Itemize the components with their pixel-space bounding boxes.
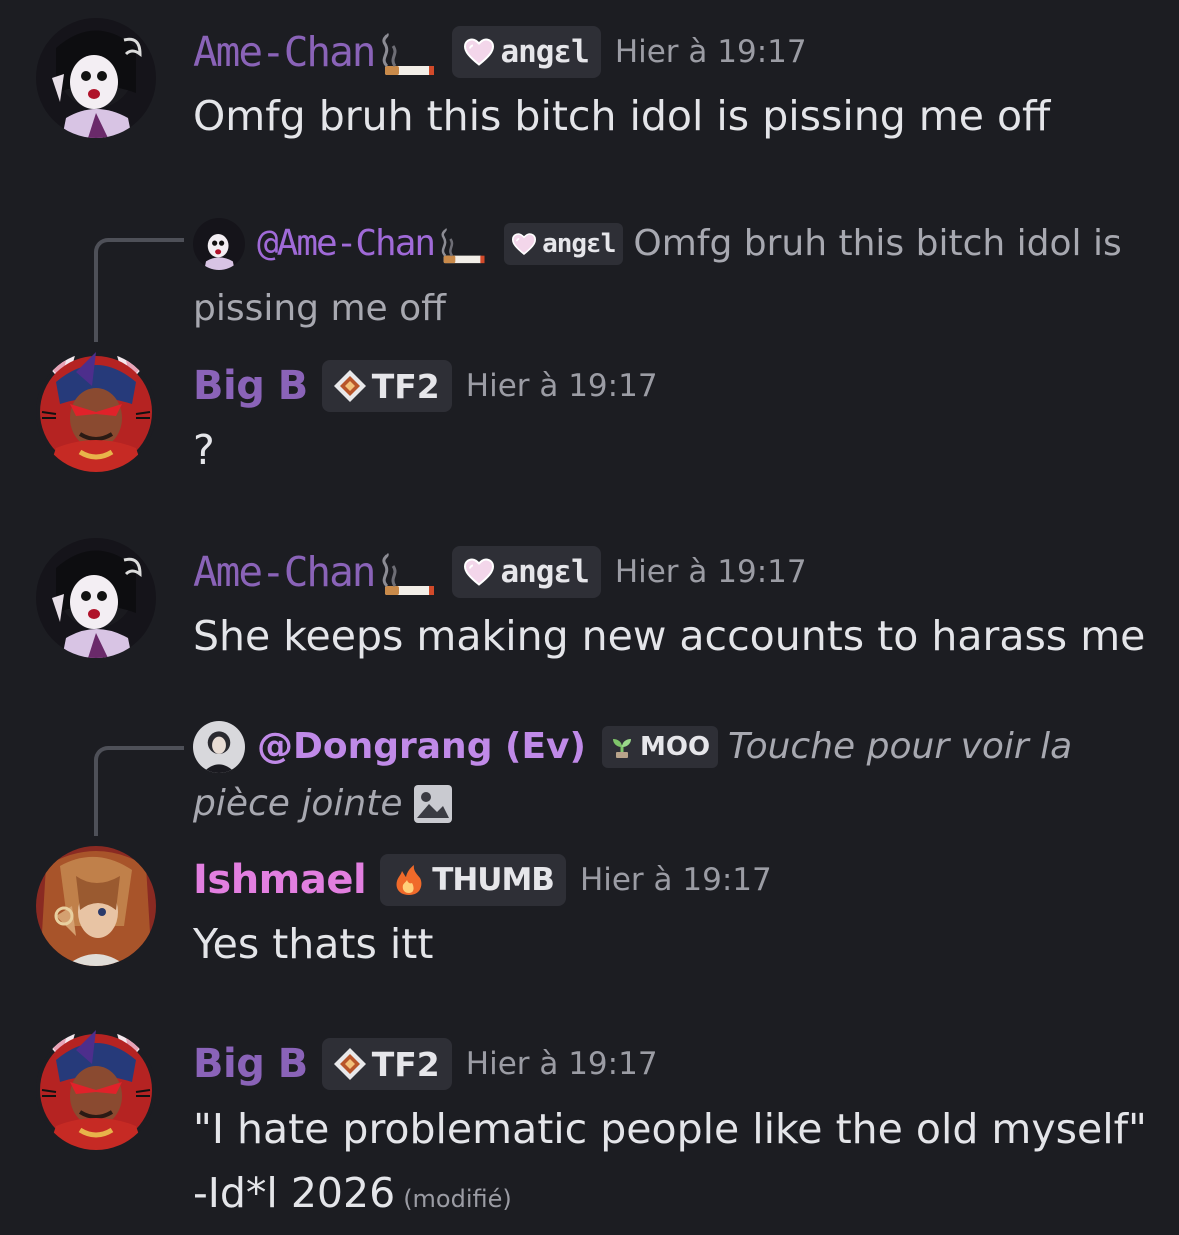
reply-role-tag: angɛl [504, 223, 624, 265]
cigarette-icon [436, 224, 488, 264]
role-tag[interactable]: angɛl [452, 26, 601, 78]
cigarette-icon [376, 548, 438, 596]
role-tag[interactable]: TF2 [321, 1038, 452, 1090]
timestamp: Hier à 19:17 [465, 1046, 658, 1082]
reply-preview[interactable]: @Ame-Chan angɛl Omfg bruh this bitch idol … [193, 211, 1153, 341]
message-feed: Ame-Chan angɛl Hier à 19:17 Omfg bruh th… [0, 0, 1179, 1235]
timestamp: Hier à 19:17 [579, 862, 772, 898]
role-tag-label: TF2 [371, 366, 440, 406]
message-text: ? [193, 426, 215, 474]
username[interactable]: Ame-Chan [193, 28, 376, 76]
sprout-icon [610, 735, 634, 759]
timestamp: Hier à 19:17 [614, 34, 807, 70]
reply-username[interactable]: @Ame-Chan [257, 223, 436, 264]
reply-avatar [193, 218, 245, 270]
timestamp: Hier à 19:17 [614, 554, 807, 590]
role-tag-label: THUMB [432, 862, 555, 898]
message-text: Yes thats itt [193, 920, 434, 968]
edited-indicator: (modifié) [403, 1185, 512, 1213]
reply-role-tag-label: angɛl [542, 229, 616, 259]
avatar-big-b[interactable] [36, 1030, 156, 1150]
role-tag[interactable]: THUMB [380, 854, 566, 906]
reply-avatar [193, 721, 245, 773]
reply-username[interactable]: @Dongrang (Ev) [257, 726, 586, 767]
role-tag-label: angɛl [500, 554, 589, 590]
reply-connector [94, 238, 184, 342]
role-tag[interactable]: TF2 [321, 360, 452, 412]
reply-role-tag-label: MOO [639, 732, 711, 762]
message-text-line-2: -Id*l 2026 (modifié) [193, 1161, 1147, 1231]
heart-icon [464, 558, 495, 586]
cigarette-icon [376, 28, 438, 76]
tf2-diamond-icon [333, 370, 366, 402]
fire-icon [392, 863, 426, 897]
message-text: She keeps making new accounts to harass … [193, 612, 1146, 660]
message-text: "I hate problematic people like the old … [193, 1097, 1147, 1231]
role-tag[interactable]: angɛl [452, 546, 601, 598]
reply-connector [94, 746, 184, 836]
username[interactable]: Big B [193, 1041, 308, 1087]
avatar-ishmael[interactable] [36, 846, 156, 966]
username[interactable]: Big B [193, 363, 308, 409]
reply-preview[interactable]: @Dongrang (Ev) MOO Touche pour voir la piè… [193, 718, 1153, 832]
timestamp: Hier à 19:17 [465, 368, 658, 404]
heart-icon [464, 38, 495, 66]
reply-role-tag: MOO [601, 726, 719, 768]
image-attachment-icon [413, 784, 453, 824]
role-tag-label: angɛl [500, 34, 589, 70]
tf2-diamond-icon [333, 1048, 366, 1080]
avatar-big-b[interactable] [36, 352, 156, 472]
message-text: Omfg bruh this bitch idol is pissing me … [193, 92, 1051, 140]
message-text-line-2-content: -Id*l 2026 [193, 1169, 396, 1217]
username[interactable]: Ame-Chan [193, 548, 376, 596]
avatar-ame-chan[interactable] [36, 18, 156, 138]
role-tag-label: TF2 [371, 1044, 440, 1084]
username[interactable]: Ishmael [193, 857, 367, 903]
heart-icon [512, 233, 537, 255]
message-text-line-1: "I hate problematic people like the old … [193, 1105, 1147, 1153]
avatar-ame-chan[interactable] [36, 538, 156, 658]
